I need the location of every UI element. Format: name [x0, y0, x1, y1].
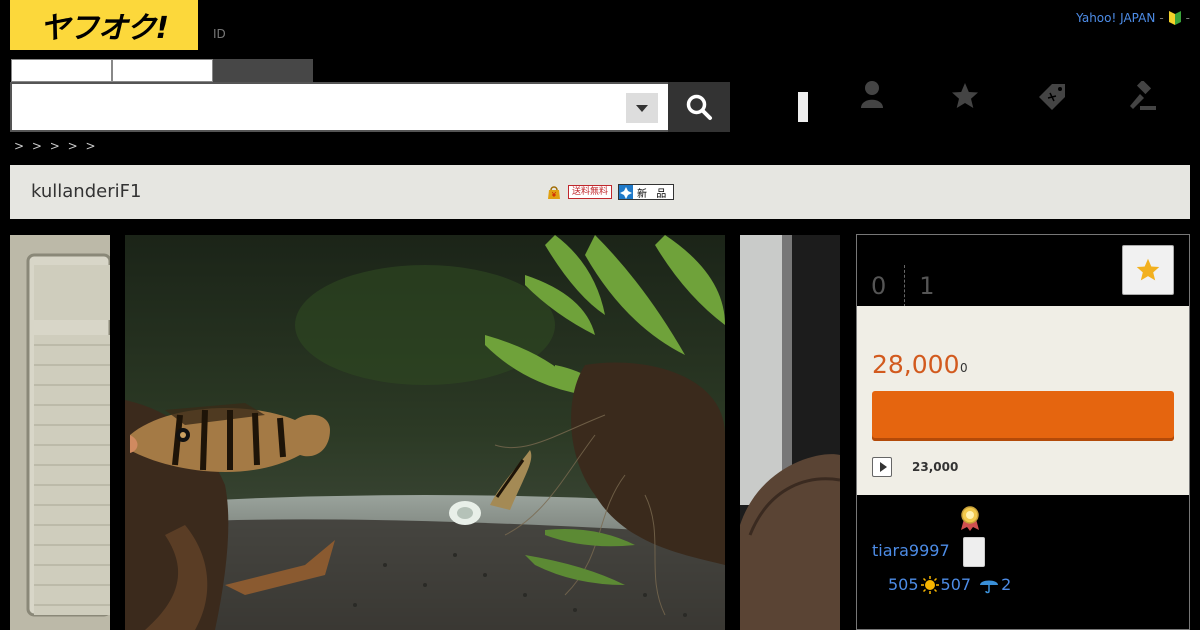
auction-panel: 0 1 28,000 0 23,000 tiara9997 505 507 2: [856, 234, 1190, 630]
buy-now-price: 23,000: [912, 460, 959, 474]
buy-now-play-icon[interactable]: [872, 457, 892, 477]
new-badge-label: 新 品: [637, 188, 670, 200]
seller-badge-box: [963, 537, 985, 567]
gavel-icon[interactable]: [1127, 81, 1157, 111]
logo-text: ヤフオク!: [39, 11, 169, 46]
bag-icon: ¥: [548, 186, 560, 199]
bid-button[interactable]: [872, 391, 1174, 441]
beginner-mark-icon: [1168, 11, 1181, 25]
star-icon[interactable]: [950, 81, 980, 111]
item-title-bar: kullanderiF1 ¥ 送料無料 新 品: [10, 165, 1190, 219]
header-nav-icons: [790, 80, 1190, 122]
current-price: 28,000: [872, 350, 960, 379]
rating-good[interactable]: 507: [941, 575, 972, 594]
search-tab-3[interactable]: [213, 59, 313, 82]
user-icon[interactable]: [860, 80, 884, 110]
bid-count: 1: [919, 272, 935, 300]
carousel-image-next[interactable]: [740, 235, 840, 630]
auction-counts: 0 1: [871, 265, 935, 307]
rating-total[interactable]: 505: [888, 575, 919, 594]
new-badge-icon: [619, 185, 634, 199]
nav-bar-icon[interactable]: [798, 92, 808, 122]
new-item-badge: 新 品: [618, 184, 675, 200]
sun-icon: [920, 575, 939, 594]
medal-icon: [961, 506, 979, 531]
top-right-links: Yahoo! JAPAN - -: [1076, 10, 1190, 26]
main-product-image[interactable]: [125, 235, 725, 630]
page-title: kullanderiF1: [31, 181, 142, 202]
search-tabs: [11, 59, 313, 82]
search-tab-2[interactable]: [112, 59, 213, 82]
seller-name-link[interactable]: tiara9997: [872, 541, 950, 560]
search-button[interactable]: [668, 82, 730, 132]
star-icon: [1136, 258, 1160, 281]
separator-trailing: -: [1185, 11, 1190, 25]
seller-ratings: 505 507 2: [888, 575, 1011, 594]
breadcrumb[interactable]: > > > > >: [14, 139, 98, 153]
watchlist-button[interactable]: [1122, 245, 1174, 295]
count-divider: [904, 265, 906, 307]
search-category-dropdown[interactable]: [626, 93, 658, 123]
free-shipping-badge: 送料無料: [568, 185, 613, 199]
rating-bad[interactable]: 2: [1001, 575, 1011, 594]
search-icon: [686, 94, 712, 120]
umbrella-icon: [980, 580, 999, 593]
id-label: ID: [213, 27, 226, 41]
tag-icon[interactable]: [1036, 81, 1070, 111]
seller-info: tiara9997 505 507 2: [857, 496, 1189, 630]
price-area: 28,000 0 23,000: [857, 306, 1189, 495]
search-tab-1[interactable]: [11, 59, 112, 82]
item-badges: ¥ 送料無料 新 品: [546, 184, 675, 200]
yahuoku-logo[interactable]: ヤフオク!: [10, 0, 198, 50]
svg-text:¥: ¥: [552, 191, 557, 199]
search-input[interactable]: [10, 82, 670, 132]
carousel-image-prev[interactable]: [10, 235, 110, 630]
yahoo-japan-link[interactable]: Yahoo! JAPAN: [1076, 11, 1155, 25]
buy-now-row: 23,000: [872, 457, 958, 477]
separator: -: [1159, 11, 1164, 25]
price-suffix: 0: [960, 361, 968, 375]
watch-count: 0: [871, 272, 887, 300]
